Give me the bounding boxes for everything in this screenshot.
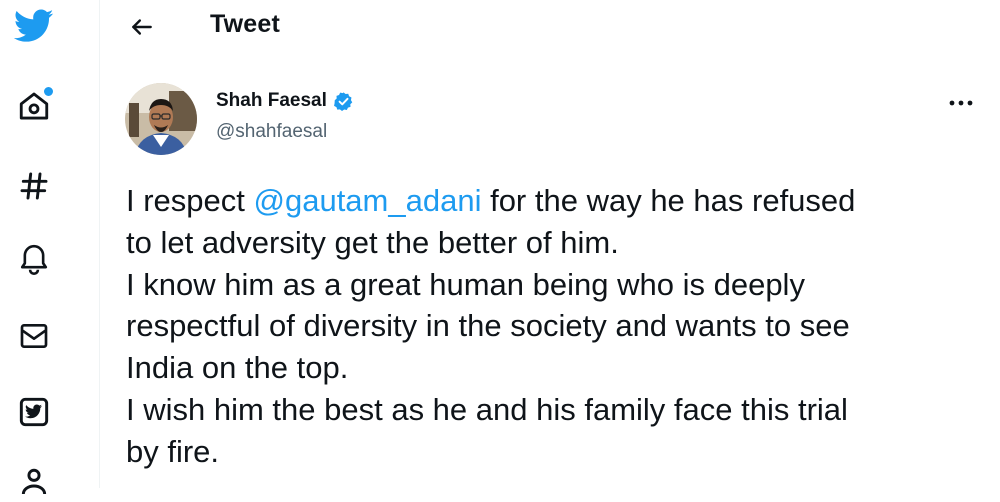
author-handle[interactable]: @shahfaesal (216, 121, 327, 143)
notification-dot (43, 86, 54, 97)
arrow-left-icon (132, 19, 152, 35)
tweet-text: I respect @gautam_adani for the way he h… (126, 180, 986, 473)
page-header: Tweet (101, 0, 1000, 53)
mention-link[interactable]: @gautam_adani (254, 183, 482, 218)
notifications-bell-icon[interactable] (14, 238, 54, 278)
home-icon[interactable] (14, 86, 54, 126)
twitter-blue-icon[interactable] (14, 392, 54, 432)
messages-envelope-icon[interactable] (14, 316, 54, 356)
avatar[interactable] (125, 83, 197, 155)
twitter-logo-icon[interactable] (14, 6, 54, 46)
left-nav-sidebar (0, 0, 100, 495)
tweet-text-part: I respect (126, 183, 254, 218)
more-options-button[interactable] (944, 88, 978, 118)
profile-icon[interactable] (14, 462, 54, 502)
author-name[interactable]: Shah Faesal (216, 90, 327, 112)
verified-badge-icon (333, 91, 353, 111)
tweet-text-part: for the way he has refused to let advers… (126, 183, 856, 469)
author-name-row[interactable]: Shah Faesal (216, 90, 354, 112)
more-horizontal-icon (949, 100, 973, 106)
explore-hashtag-icon[interactable] (14, 166, 54, 206)
page-title: Tweet (210, 10, 280, 38)
back-button[interactable] (123, 8, 161, 46)
